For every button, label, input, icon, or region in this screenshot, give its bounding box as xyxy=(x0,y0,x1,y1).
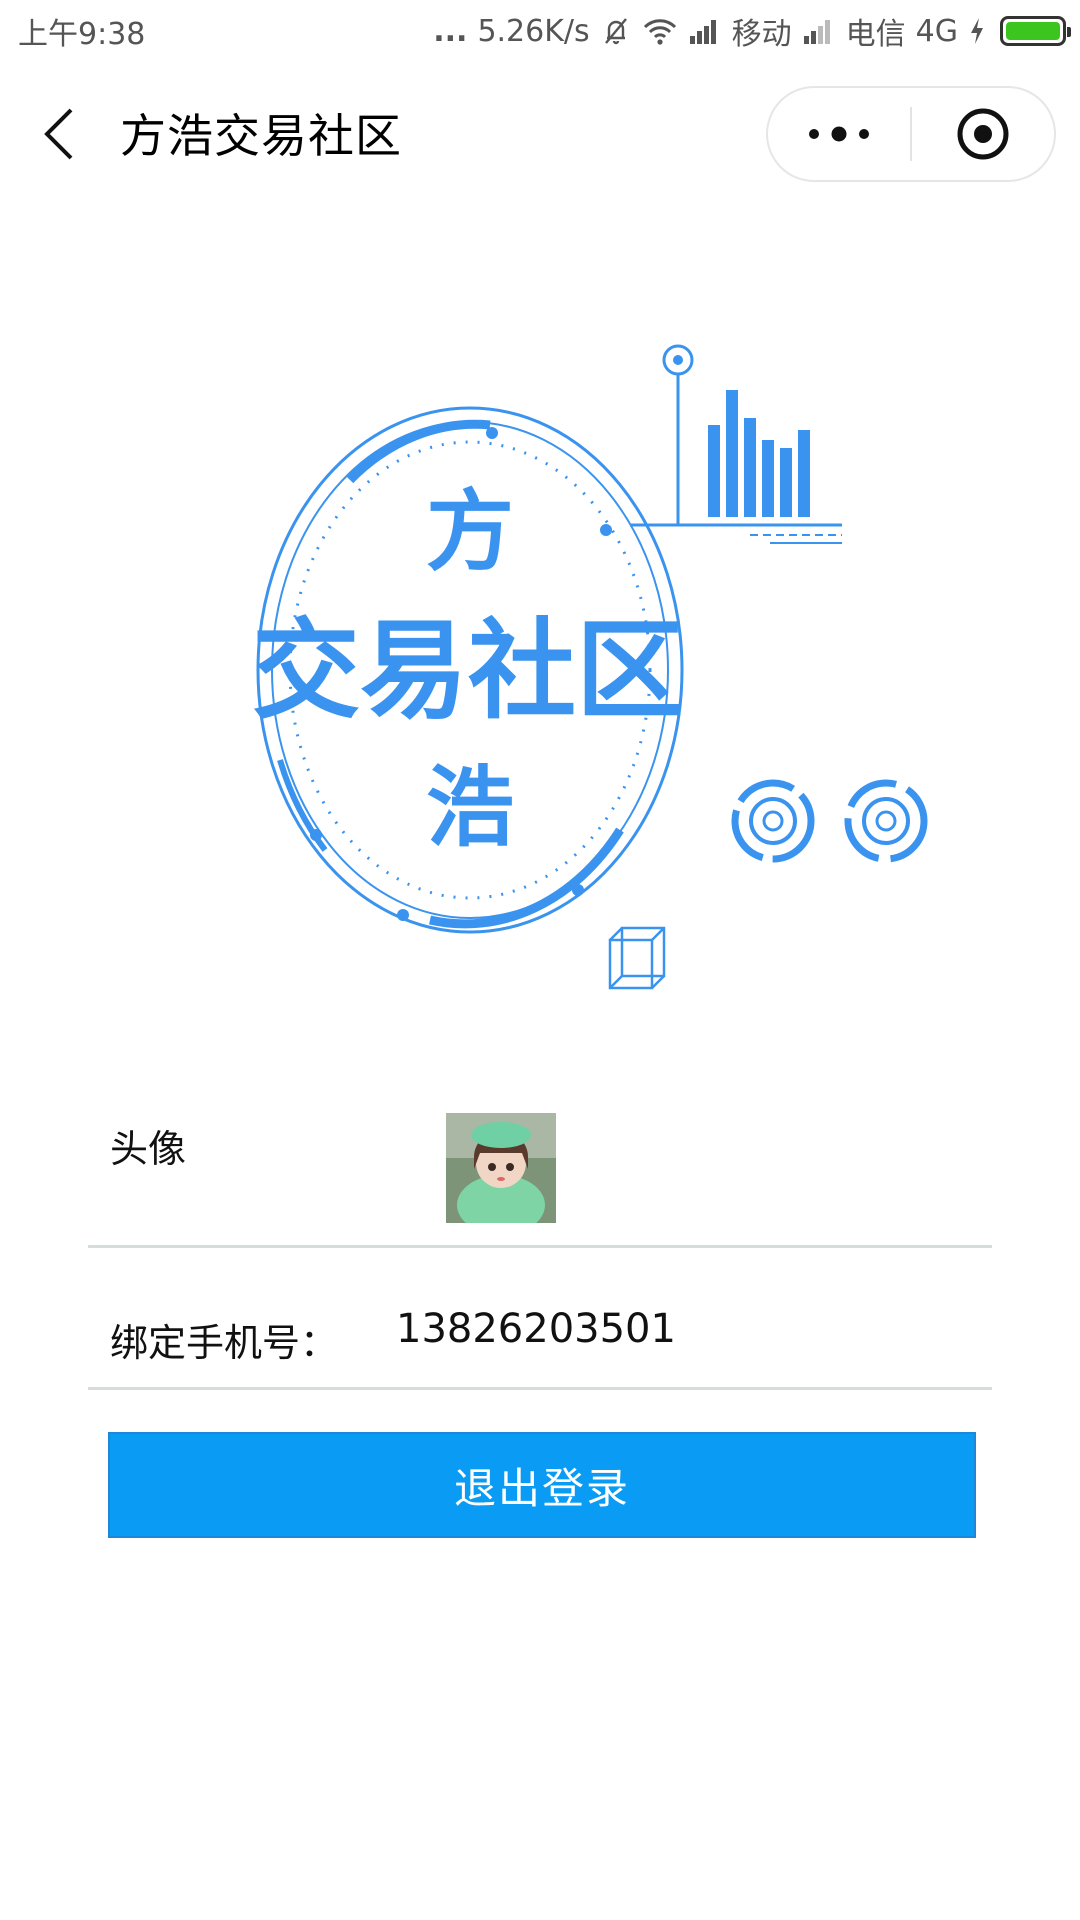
nav-bar: 方浩交易社区 xyxy=(0,62,1080,202)
signal-icon xyxy=(688,16,722,46)
mini-program-capsule xyxy=(766,86,1056,182)
close-button[interactable] xyxy=(912,88,1054,180)
status-bar: 上午9:38 ... 5.26K/s 移动 电信 4G xyxy=(0,0,1080,62)
network-type: 4G xyxy=(915,13,958,49)
carrier-1: 移动 xyxy=(731,17,792,52)
avatar-label: 头像 xyxy=(110,1127,187,1171)
avatar-row[interactable]: 头像 xyxy=(88,1098,992,1248)
logout-button[interactable]: 退出登录 xyxy=(108,1432,976,1538)
status-right: ... 5.26K/s 移动 电信 4G xyxy=(433,9,1071,53)
carrier-2: 电信 xyxy=(845,17,906,52)
page-title: 方浩交易社区 xyxy=(120,109,402,163)
status-time: 上午9:38 xyxy=(18,17,146,52)
bell-muted-icon xyxy=(600,15,632,47)
more-dots-icon xyxy=(809,126,869,142)
logo-char-top: 方 xyxy=(426,480,514,583)
avatar[interactable] xyxy=(446,1113,556,1223)
screen: 上午9:38 ... 5.26K/s 移动 电信 4G 方浩交易社区 方 交易社… xyxy=(0,0,1080,1920)
signal-icon-2 xyxy=(802,16,836,46)
phone-row: 绑定手机号： 13826203501 xyxy=(88,1250,992,1390)
back-button[interactable] xyxy=(34,104,84,164)
close-target-icon xyxy=(957,108,1009,160)
network-speed: 5.26K/s xyxy=(477,13,590,49)
back-chevron-icon xyxy=(44,108,73,160)
logo-main-text: 交易社区 xyxy=(252,609,684,734)
wifi-icon xyxy=(642,16,678,46)
phone-value: 13826203501 xyxy=(396,1306,676,1352)
community-logo: 方 交易社区 浩 xyxy=(230,330,950,1010)
battery-icon xyxy=(1000,16,1071,46)
status-dots: ... xyxy=(433,13,468,49)
more-button[interactable] xyxy=(768,88,910,180)
logo-char-bottom: 浩 xyxy=(426,756,514,859)
phone-label: 绑定手机号： xyxy=(110,1321,339,1365)
charging-icon xyxy=(968,16,986,46)
